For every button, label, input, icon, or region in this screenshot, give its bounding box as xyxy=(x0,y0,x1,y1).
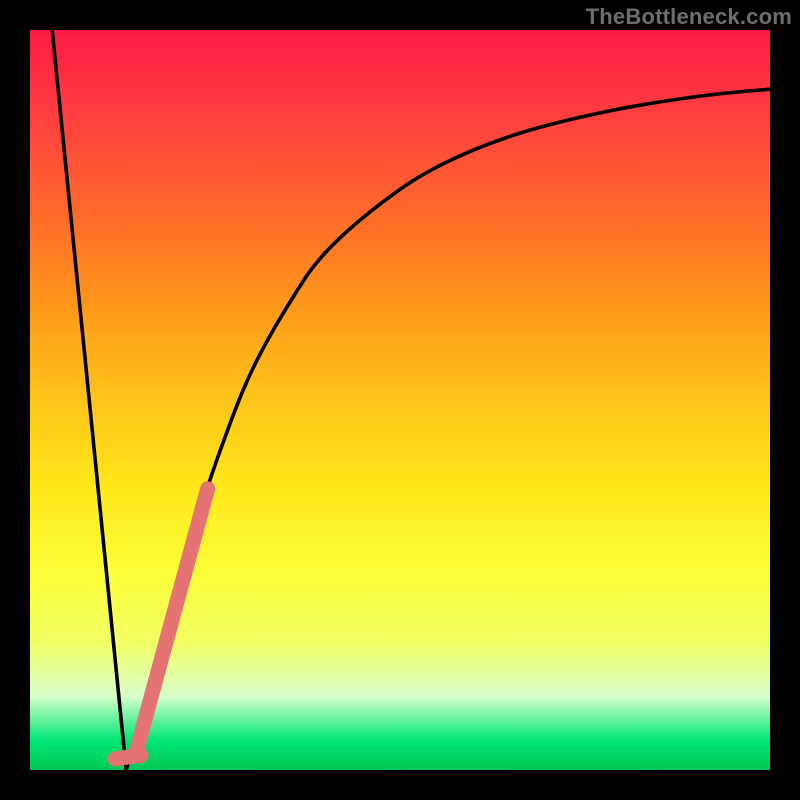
right-curve-path xyxy=(126,89,770,770)
highlight-nub-path xyxy=(115,755,141,759)
highlight-segment-path xyxy=(137,489,207,748)
plot-area xyxy=(30,30,770,770)
left-line-path xyxy=(52,30,126,770)
chart-stage: TheBottleneck.com xyxy=(0,0,800,800)
watermark-text: TheBottleneck.com xyxy=(586,4,792,30)
chart-svg xyxy=(30,30,770,770)
